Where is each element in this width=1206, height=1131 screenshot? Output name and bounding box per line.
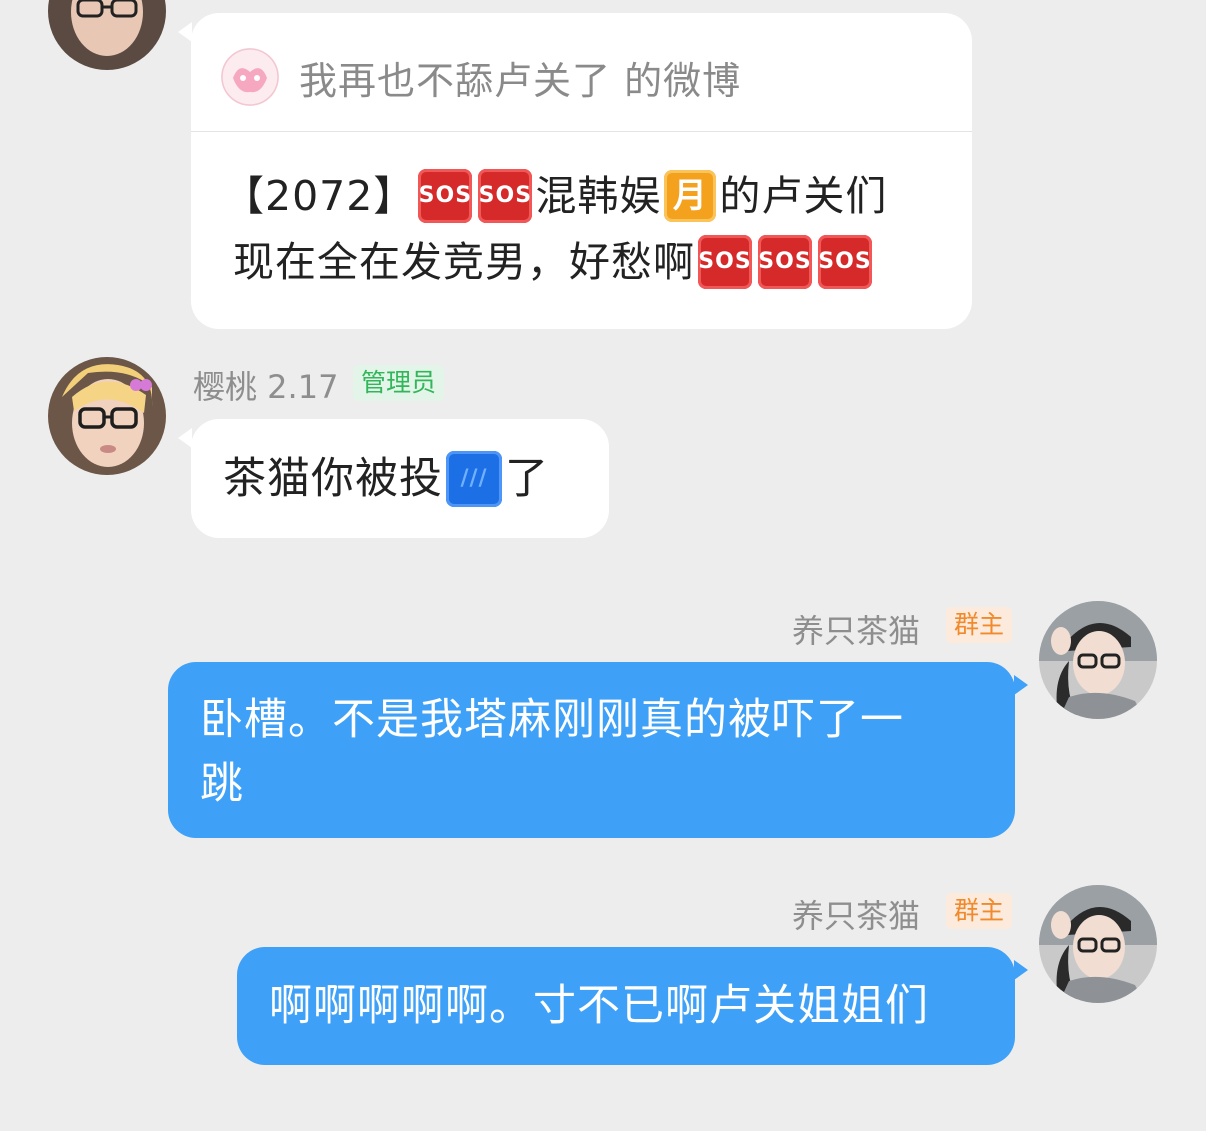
- sender-name: 养只茶猫: [792, 612, 921, 650]
- message-text-after: 了: [505, 454, 549, 504]
- bubble-tail: [1014, 675, 1028, 695]
- message-bubble[interactable]: 卧槽。不是我塔麻刚刚真的被吓了一 跳: [168, 662, 1015, 838]
- avatar-image: [1039, 885, 1157, 1003]
- weibo-source-header[interactable]: 我再也不舔卢关了 的微博: [221, 47, 741, 107]
- weibo-source-title: 我再也不舔卢关了 的微博: [299, 58, 742, 103]
- bubble-tail: [1014, 960, 1028, 980]
- sos-emoji-icon: SOS: [758, 235, 812, 289]
- bubble-tail: [178, 428, 192, 448]
- sender-name: 樱桃 2.17: [193, 368, 339, 406]
- message-line: 卧槽。不是我塔麻刚刚真的被吓了一: [200, 695, 904, 745]
- bubble-tail: [178, 22, 192, 42]
- avatar-image: [48, 0, 166, 70]
- message-line: 跳: [200, 759, 244, 809]
- message-bubble[interactable]: 茶猫你被投///了: [191, 419, 609, 538]
- message-text-before: 茶猫你被投: [223, 454, 443, 504]
- weibo-post-text: 【2072】 SOS SOS混韩娱月的卢关们 现在全在发竞男，好愁啊 SOS SOS SO…: [223, 163, 887, 295]
- weibo-post-line1-suffix: 的卢关们: [719, 172, 888, 220]
- owner-badge: 群主: [946, 893, 1013, 929]
- divider: [191, 131, 972, 132]
- weibo-post-line1-mid: 混韩娱: [535, 172, 662, 220]
- avatar[interactable]: [48, 0, 166, 70]
- moon-emoji-icon: 月: [664, 170, 717, 222]
- owner-badge: 群主: [946, 607, 1013, 643]
- weibo-share-card[interactable]: 我再也不舔卢关了 的微博 【2072】 SOS SOS混韩娱月的卢关们 现在全在发竞…: [191, 13, 972, 329]
- weibo-post-line1-prefix: 【2072】: [223, 172, 416, 220]
- message-bubble[interactable]: 啊啊啊啊啊。寸不已啊卢关姐姐们: [237, 947, 1015, 1065]
- admin-badge: 管理员: [353, 365, 445, 401]
- blue-square-emoji-icon: ///: [446, 450, 502, 507]
- message-text: 啊啊啊啊啊。寸不已啊卢关姐姐们: [269, 981, 929, 1031]
- avatar-image: [1039, 601, 1157, 719]
- sos-emoji-icon: SOS: [818, 235, 872, 289]
- avatar[interactable]: [1039, 885, 1157, 1003]
- avatar[interactable]: [48, 357, 166, 475]
- weibo-user-avatar-icon: [221, 48, 279, 106]
- weibo-post-line2: 现在全在发竞男，好愁啊: [233, 238, 695, 286]
- sos-emoji-icon: SOS: [698, 235, 752, 289]
- sos-emoji-icon: SOS: [478, 169, 533, 223]
- sender-name: 养只茶猫: [792, 897, 921, 935]
- message-text: 茶猫你被投///了: [223, 447, 549, 511]
- avatar[interactable]: [1039, 601, 1157, 719]
- avatar-image: [48, 357, 166, 475]
- message-text: 卧槽。不是我塔麻刚刚真的被吓了一 跳: [200, 688, 904, 816]
- sos-emoji-icon: SOS: [418, 169, 473, 223]
